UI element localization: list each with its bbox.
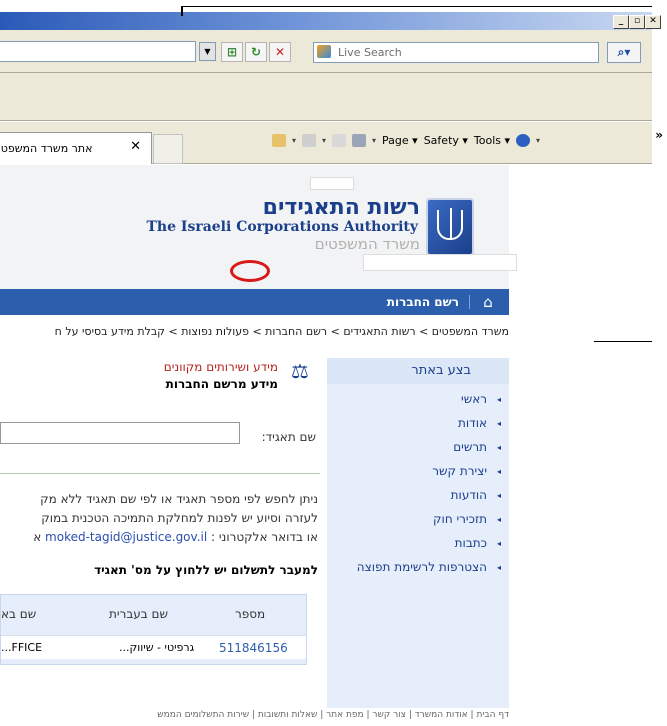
info-text-line1: ניתן לחפש לפי מספר תאגיד או לפי שם תאגיד… bbox=[40, 492, 318, 506]
org-name-hebrew: רשות התאגידים bbox=[262, 195, 420, 220]
divider bbox=[0, 473, 320, 474]
top-navigation: רשם החברות ⌂ bbox=[0, 289, 509, 315]
corporation-name-input[interactable] bbox=[0, 422, 240, 444]
header-blank-box-2 bbox=[363, 254, 517, 271]
state-emblem-icon bbox=[426, 198, 474, 256]
sidebar-item-chart[interactable]: תרשים bbox=[327, 439, 509, 456]
breadcrumb[interactable]: משרד המשפטים > רשות התאגידים > רשם החברו… bbox=[0, 325, 509, 338]
payment-note: למעבר לתשלום יש ללחוץ על מס' תאגיד bbox=[94, 563, 318, 577]
nav-item-companies-registrar[interactable]: רשם החברות bbox=[362, 295, 470, 309]
page-menu[interactable]: Page ▾ bbox=[382, 134, 418, 147]
home-icon[interactable] bbox=[272, 134, 286, 147]
results-table: מספר שם בעברית שם בא 511846156 גרפיטי - … bbox=[0, 594, 307, 665]
tab-bar: אתר משרד המשפטים ✕ ▾ ▾ ▾ Page ▾ Safety ▾… bbox=[0, 122, 652, 164]
column-header-number: מספר bbox=[235, 607, 266, 621]
live-search-logo-icon bbox=[317, 45, 331, 58]
tab-ministry[interactable]: אתר משרד המשפטים ✕ bbox=[0, 132, 152, 164]
command-bar-chevron[interactable]: » bbox=[655, 128, 663, 142]
red-annotation-oval bbox=[230, 260, 270, 282]
sidebar-item-memoranda[interactable]: תזכירי חוק bbox=[327, 511, 509, 528]
sidebar-item-contact[interactable]: יצירת קשר bbox=[327, 463, 509, 480]
sidebar-item-about[interactable]: אודות bbox=[327, 415, 509, 432]
section-title: מידע ושירותים מקוונים bbox=[163, 360, 278, 374]
magnifier-icon: ⌕▾ bbox=[617, 45, 631, 59]
column-header-english-name: שם בא bbox=[1, 607, 37, 621]
corporation-name-label: שם תאגיד: bbox=[261, 430, 316, 444]
maximize-button[interactable]: ▫ bbox=[629, 15, 645, 29]
column-header-hebrew-name: שם בעברית bbox=[109, 607, 169, 621]
site-header: רשות התאגידים The Israeli Corporations A… bbox=[0, 165, 517, 289]
search-input[interactable]: Live Search bbox=[313, 42, 599, 63]
org-name-english: The Israeli Corporations Authority bbox=[146, 219, 418, 235]
address-input[interactable] bbox=[0, 41, 196, 62]
section-subtitle: מידע מרשם החברות bbox=[165, 377, 278, 391]
sidebar-item-main[interactable]: ראשי bbox=[327, 391, 509, 408]
tab-title: אתר משרד המשפטים bbox=[0, 142, 93, 155]
new-tab-button[interactable] bbox=[153, 134, 183, 164]
tools-menu[interactable]: Tools ▾ bbox=[474, 134, 510, 147]
frame-line-vertical bbox=[181, 6, 183, 16]
close-button[interactable]: ✕ bbox=[645, 15, 661, 29]
footer-links[interactable]: דף הבית | אודות המשרד | צור קשר | מפת את… bbox=[0, 710, 509, 720]
print-icon[interactable] bbox=[352, 134, 367, 147]
safety-menu[interactable]: Safety ▾ bbox=[424, 134, 468, 147]
address-dropdown-button[interactable]: ▼ bbox=[199, 42, 216, 61]
hebrew-name-cell: גרפיטי - שיווק... bbox=[119, 641, 195, 654]
main-content: ⚖ מידע ושירותים מקוונים מידע מרשם החברות… bbox=[0, 358, 320, 718]
web-page: רשות התאגידים The Israeli Corporations A… bbox=[0, 165, 652, 726]
sidebar-item-mailing-list[interactable]: הצטרפות לרשימת תפוצה bbox=[327, 559, 509, 576]
header-blank-box bbox=[310, 177, 354, 190]
command-bar: ▾ ▾ ▾ Page ▾ Safety ▾ Tools ▾ ▾ bbox=[272, 134, 540, 147]
frame-line bbox=[182, 6, 652, 7]
help-icon[interactable] bbox=[516, 134, 531, 147]
window-controls: _ ▫ ✕ bbox=[613, 15, 661, 29]
sidebar-item-addresses[interactable]: כתבות bbox=[327, 535, 509, 552]
sidebar-list: ראשי אודות תרשים יצירת קשר הודעות תזכירי… bbox=[327, 391, 509, 583]
refresh-icon[interactable]: ↻ bbox=[245, 42, 267, 62]
info-text-line3: או בדואר אלקטרוני : moked-tagid@justice.… bbox=[0, 530, 318, 544]
support-email-link[interactable]: moked-tagid@justice.gov.il bbox=[45, 530, 207, 544]
home-icon[interactable]: ⌂ bbox=[475, 292, 501, 312]
titlebar-gradient bbox=[0, 12, 652, 30]
mail-icon[interactable] bbox=[332, 134, 347, 147]
nav-icons: ⊞ ↻ ✕ bbox=[221, 42, 291, 62]
corporation-number-link[interactable]: 511846156 bbox=[219, 641, 288, 655]
feeds-icon[interactable] bbox=[302, 134, 317, 147]
info-text-prefix: או בדואר אלקטרוני : bbox=[207, 530, 318, 544]
scales-icon: ⚖ bbox=[291, 359, 309, 383]
annotation-line bbox=[594, 341, 652, 342]
toolbar-area bbox=[0, 73, 652, 121]
stop-icon[interactable]: ✕ bbox=[269, 42, 291, 62]
minimize-button[interactable]: _ bbox=[613, 15, 629, 29]
address-bar: ▼ ⊞ ↻ ✕ Live Search ⌕▾ bbox=[0, 30, 652, 73]
sidebar: בצע באתר ראשי אודות תרשים יצירת קשר הודע… bbox=[327, 358, 509, 708]
search-go-button[interactable]: ⌕▾ bbox=[607, 42, 641, 63]
info-text-suffix: א bbox=[33, 530, 46, 544]
ministry-name: משרד המשפטים bbox=[314, 235, 420, 253]
window-titlebar: _ ▫ ✕ bbox=[0, 0, 667, 30]
compatibility-icon[interactable]: ⊞ bbox=[221, 42, 243, 62]
table-row: 511846156 גרפיטי - שיווק... FFICE... bbox=[1, 635, 306, 659]
sidebar-heading: בצע באתר bbox=[327, 358, 509, 384]
tab-close-icon[interactable]: ✕ bbox=[130, 139, 141, 154]
english-name-cell: FFICE... bbox=[1, 641, 43, 654]
sidebar-item-notices[interactable]: הודעות bbox=[327, 487, 509, 504]
info-text-line2: לעזרה וסיוע יש לפנות למחלקת התמיכה הטכני… bbox=[41, 511, 318, 525]
